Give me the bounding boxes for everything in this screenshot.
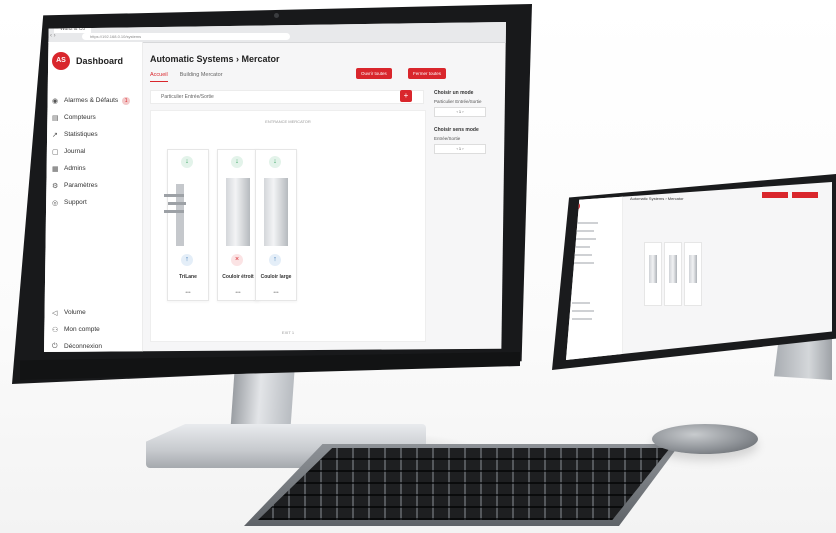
sidebar-item-compteurs[interactable]: ▤ Compteurs [52,109,130,126]
sidebar-footer: ◁ Volume ⚇ Mon compte ⏻ Déconnexion [52,304,102,352]
tablet-open-all-button[interactable] [762,192,788,198]
tablet-device-card[interactable] [644,242,662,306]
app-title[interactable]: Dashboard [76,56,123,66]
more-icon[interactable]: ••• [256,290,296,296]
arrow-down-icon[interactable]: ↓ [231,156,243,168]
tab-building-mercator[interactable]: Building Mercator [180,72,223,82]
gate-image [226,178,250,246]
tablet-sidebar-item[interactable] [572,302,590,304]
tablet-screen: Automatic Systems › Mercator [566,182,832,360]
arrow-down-icon[interactable]: ↓ [269,156,281,168]
sidebar-item-label: Volume [64,309,86,316]
arrow-down-icon[interactable]: ↓ [181,156,193,168]
tablet-sidebar-item[interactable] [572,310,594,312]
direction-label: Entrée/Sortie [434,136,461,141]
sidebar-item-label: Paramètres [64,182,98,189]
sidebar-item-label: Admins [64,165,86,172]
tablet-sidebar-item[interactable] [572,318,592,320]
device-name: Couloir étroit [222,274,254,280]
sidebar-item-label: Compteurs [64,114,96,121]
tablet-close-all-button[interactable] [792,192,818,198]
more-icon[interactable]: ••• [168,290,208,296]
sidebar-menu: ◉ Alarmes & Défauts 1 ▤ Compteurs ↗ Stat… [52,92,131,211]
tablet-breadcrumb: Automatic Systems › Mercator [630,196,684,201]
monitor-screen: Wanz & Co ‹ › https://192.168.0.10/syste… [44,22,506,352]
tablet-device-card[interactable] [684,242,702,306]
gate-image [264,178,288,246]
sidebar-item-journal[interactable]: ▢ Journal [52,143,130,160]
device-name: TriLane [179,274,197,280]
device-card-couloir-large[interactable]: ↓ ↑ Couloir large ••• [255,149,297,301]
address-bar[interactable]: https://192.168.0.10/systems [82,33,290,40]
chart-icon: ↗ [52,131,58,139]
power-icon: ⏻ [52,342,58,350]
camera-icon [274,13,279,18]
panel-header: ENTRANCE MERCATOR [265,119,311,124]
sidebar-item-logout[interactable]: ⏻ Déconnexion [52,338,102,352]
tablet-sidebar-item[interactable] [572,262,594,264]
sidebar-item-alarmes[interactable]: ◉ Alarmes & Défauts 1 [52,92,131,109]
main-content: Automatic Systems › Mercator Accueil Bui… [142,42,506,352]
support-icon: ◎ [52,199,59,207]
gear-icon: ⚙ [52,182,59,190]
sidebar-item-label: Alarmes & Défauts [64,97,119,104]
user-icon: ⚇ [52,326,59,334]
sidebar: AS Dashboard ◉ Alarmes & Défauts 1 ▤ Com… [44,42,143,352]
sidebar-item-admins[interactable]: ▦ Admins [52,160,130,177]
browser-nav-arrows-icon[interactable]: ‹ › [50,33,56,40]
alarm-count-badge: 1 [122,96,131,105]
sidebar-item-volume[interactable]: ◁ Volume [52,304,102,321]
open-all-button[interactable]: Ouvrir toutes [356,68,392,79]
tablet-device-card[interactable] [664,242,682,306]
tab-accueil[interactable]: Accueil [150,72,168,82]
add-filter-button[interactable]: + [400,90,412,102]
mode-title: Choisir un mode [434,90,474,96]
arrow-up-icon[interactable]: ↑ [269,254,281,266]
sidebar-item-statistiques[interactable]: ↗ Statistiques [52,126,130,143]
mode-select[interactable]: ‹ 1 › [434,107,486,117]
arrow-up-icon[interactable]: ↑ [181,254,193,266]
breadcrumb: Automatic Systems › Mercator [150,54,280,64]
close-all-button[interactable]: Fermer toutes [408,68,447,79]
sidebar-item-support[interactable]: ◎ Support [52,194,130,211]
device-card-couloir-etroit[interactable]: ↓ × Couloir étroit ••• [217,149,259,301]
direction-title: Choisir sens mode [434,127,479,133]
direction-select[interactable]: ‹ 1 › [434,144,486,154]
sidebar-item-label: Mon compte [64,326,100,333]
device-card-trilane[interactable]: ↓ ↑ TriLane ••• [164,149,209,301]
tab-bar: Accueil Building Mercator [150,72,223,82]
journal-icon: ▢ [52,148,59,156]
tablet-sidebar-item[interactable] [572,254,592,256]
sidebar-item-parametres[interactable]: ⚙ Paramètres [52,177,130,194]
more-icon[interactable]: ••• [218,290,258,296]
sidebar-item-label: Support [64,199,87,206]
brand-logo[interactable]: AS [52,52,70,70]
bell-icon: ◉ [52,97,59,105]
sidebar-item-label: Journal [64,148,86,155]
counter-icon: ▤ [52,114,59,122]
devices-panel: ENTRANCE MERCATOR ↓ ↑ TriLane ••• ↓ × Co… [150,110,426,342]
speaker-icon: ◁ [52,309,58,317]
mouse [652,424,758,454]
sidebar-item-label: Déconnexion [64,343,102,350]
turnstile-image [164,184,186,246]
alarm-x-icon[interactable]: × [231,254,243,266]
admins-icon: ▦ [52,165,59,173]
sidebar-item-account[interactable]: ⚇ Mon compte [52,321,102,338]
sidebar-item-label: Statistiques [64,131,98,138]
device-name: Couloir large [260,274,292,280]
panel-footer: EXIT 1 [281,330,295,335]
filter-chip[interactable]: Particulier Entrée/Sortie [150,90,424,104]
mode-label: Particulier Entrée/Sortie [434,99,482,104]
mode-panel: Choisir un mode Particulier Entrée/Sorti… [434,90,500,164]
